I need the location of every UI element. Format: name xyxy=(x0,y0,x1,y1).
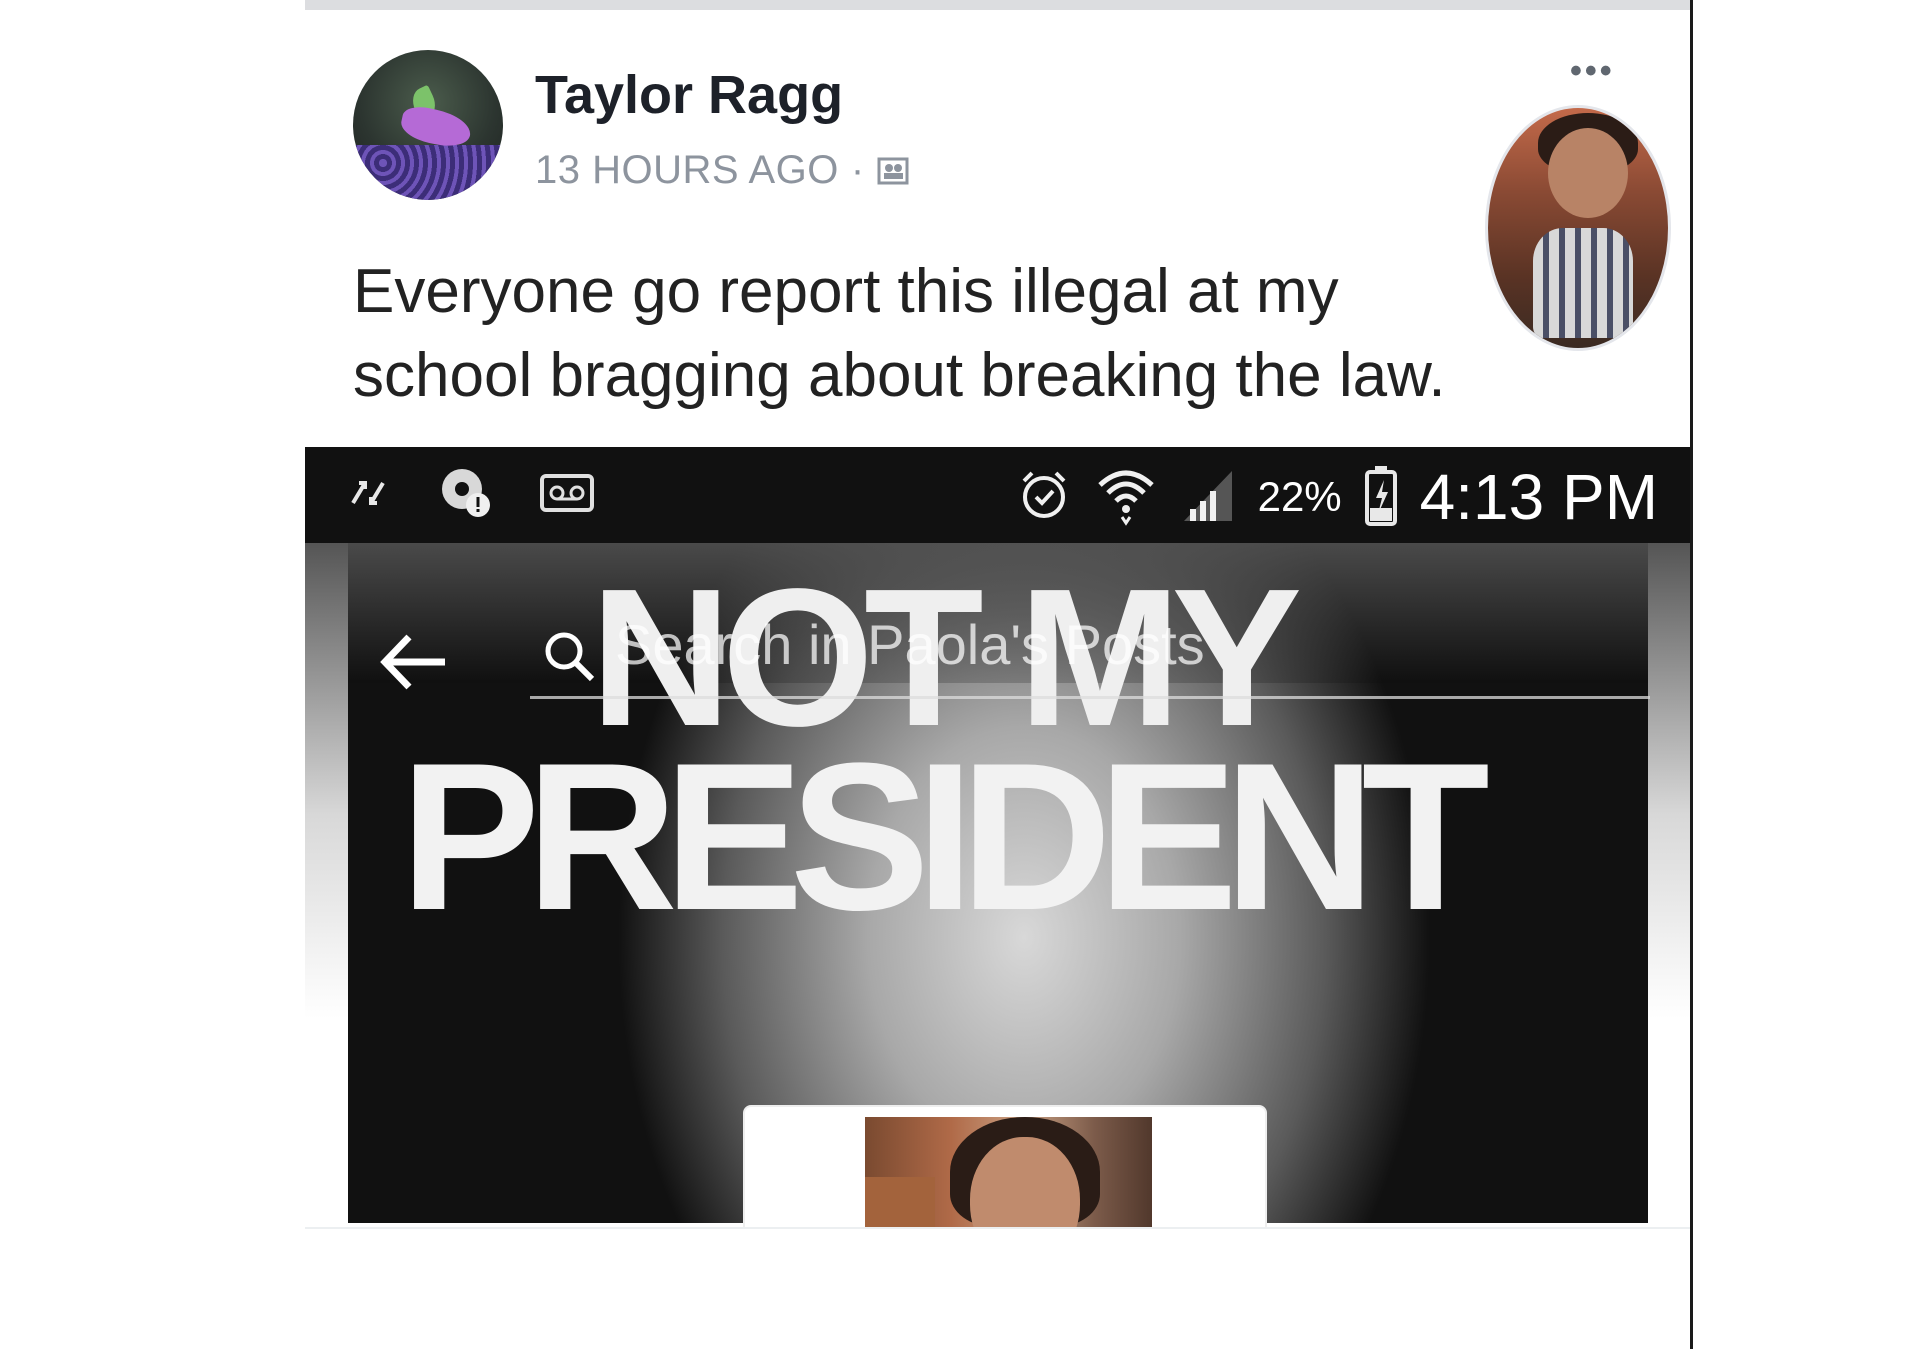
search-input[interactable]: Search in Paola's Posts xyxy=(615,612,1205,677)
post-meta: 13 HOURS AGO · xyxy=(535,148,909,193)
location-alert-icon xyxy=(438,465,494,526)
back-arrow-icon[interactable] xyxy=(375,627,455,702)
status-clock: 4:13 PM xyxy=(1419,461,1658,533)
profile-picture[interactable] xyxy=(865,1117,1152,1227)
voicemail-icon xyxy=(539,473,595,518)
friends-icon xyxy=(877,150,909,185)
more-options-button[interactable]: ••• xyxy=(1570,52,1615,91)
status-left-icons xyxy=(345,465,595,525)
status-right-group: 22% 4:13 PM xyxy=(1016,457,1658,537)
meta-separator: · xyxy=(850,148,865,192)
post-timestamp[interactable]: 13 HOURS AGO xyxy=(535,148,839,192)
signal-icon xyxy=(1180,465,1236,530)
search-underline xyxy=(530,696,1650,699)
page-right-border xyxy=(1690,0,1693,1349)
search-icon[interactable] xyxy=(540,627,600,692)
top-divider xyxy=(305,0,1690,10)
author-name[interactable]: Taylor Ragg xyxy=(535,64,843,126)
status-bar: 22% 4:13 PM xyxy=(305,447,1690,543)
facebook-post-card: Taylor Ragg 13 HOURS AGO · ••• Everyone g… xyxy=(305,0,1690,1349)
author-avatar[interactable] xyxy=(353,50,503,200)
battery-charging-icon xyxy=(1364,464,1398,531)
attached-screenshot[interactable]: NOT MY PRESIDENT 22% 4:13 PM Search in P… xyxy=(305,447,1690,1227)
post-body-text: Everyone go report this illegal at my sc… xyxy=(353,257,1446,410)
alarm-icon xyxy=(1016,467,1072,528)
side-profile-photo[interactable] xyxy=(1485,105,1671,351)
data-transfer-icon xyxy=(345,469,393,522)
wifi-icon xyxy=(1094,463,1158,532)
bottom-divider xyxy=(305,1227,1690,1229)
cover-text-line2: PRESIDENT xyxy=(400,719,1490,954)
battery-percent: 22% xyxy=(1257,473,1342,520)
